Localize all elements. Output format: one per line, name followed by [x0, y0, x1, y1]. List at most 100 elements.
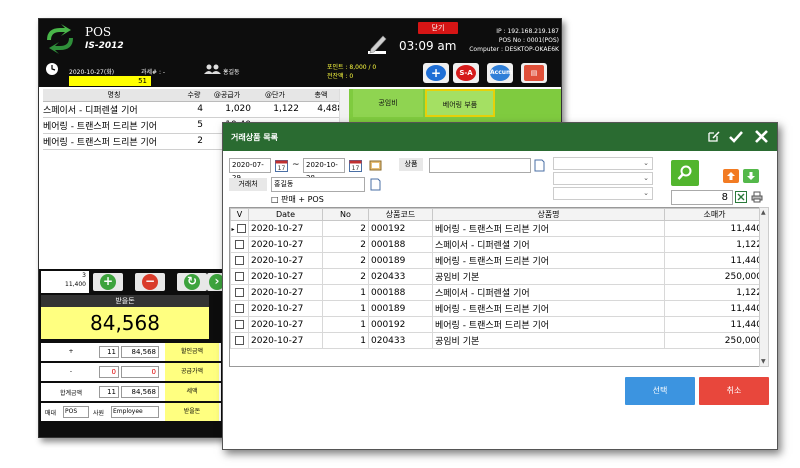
row-checkbox[interactable]: [230, 300, 249, 317]
date-from-input[interactable]: 2020-07-29: [229, 158, 271, 182]
sales-pos-checkbox[interactable]: □ 판매 + POS: [271, 194, 324, 205]
item-name: 스페이서 - 디퍼렌셜 기어: [43, 101, 185, 118]
mini-count: 3: [82, 272, 86, 279]
pen-icon[interactable]: [367, 33, 389, 55]
accum-label: Accum: [490, 65, 512, 81]
product-lookup-icon[interactable]: [533, 159, 546, 172]
total-label: 합계금액: [59, 390, 83, 397]
mini-amount: 11,400: [65, 281, 86, 288]
table-row[interactable]: 2020-10-27 1 000192 베어링 - 트랜스퍼 드리븐 기어 11…: [230, 316, 762, 333]
row-name: 공임비 기본: [432, 332, 665, 349]
import-button[interactable]: [743, 169, 759, 183]
refresh-button[interactable]: ↻: [177, 273, 207, 291]
print-button[interactable]: ▤: [521, 63, 547, 83]
pos-close-button[interactable]: 닫기: [418, 22, 458, 34]
calendar-icon[interactable]: 17: [349, 159, 362, 172]
print-icon[interactable]: [751, 191, 763, 203]
table-row[interactable]: 2020-10-27 2 000189 베어링 - 트랜스퍼 드리븐 기어 11…: [230, 252, 762, 269]
customer-name: 홍길동: [223, 69, 240, 76]
table-row[interactable]: 2020-10-27 1 020433 공임비 기본 250,000: [230, 332, 762, 349]
table-row[interactable]: 2020-10-27 1 000189 베어링 - 트랜스퍼 드리븐 기어 11…: [230, 300, 762, 317]
row-price: 1,122: [664, 284, 762, 301]
calendar-icon[interactable]: 17: [275, 159, 288, 172]
grid-scrollbar[interactable]: ▲ ▼: [759, 207, 769, 367]
sa-button[interactable]: S-A: [453, 63, 479, 83]
pos-info-bar: 2020-10-27(화) 51 과세# : - 홍길동 포인트 : 8,000…: [39, 59, 561, 87]
col-v[interactable]: V: [230, 208, 249, 221]
row-no: 2: [322, 252, 369, 269]
checkbox-icon: [235, 303, 244, 313]
row-checkbox[interactable]: [230, 316, 249, 333]
date-to-input[interactable]: 2020-10-28: [303, 158, 345, 182]
checkbox-icon: [235, 271, 244, 281]
filter-combo-1[interactable]: ⌄: [553, 157, 653, 170]
row-checkbox[interactable]: [230, 252, 249, 269]
category-bearing-button[interactable]: 베어링 부품: [425, 89, 495, 117]
row-name: 공임비 기본: [432, 268, 665, 285]
checkbox-icon: [235, 239, 244, 249]
balance-line: 전잔액 : 0: [327, 73, 354, 80]
increase-button[interactable]: +: [93, 273, 123, 291]
row-no: 1: [322, 332, 369, 349]
scroll-up-icon[interactable]: ▲: [761, 209, 766, 216]
add-button[interactable]: +: [423, 63, 449, 83]
category-labor-button[interactable]: 공임비: [353, 89, 423, 117]
customer-input[interactable]: 홍길동: [271, 177, 365, 192]
table-row[interactable]: 2020-10-27 1 000188 스페이서 - 디퍼렌셜 기어 1,122: [230, 284, 762, 301]
row-checkbox[interactable]: [230, 268, 249, 285]
col-no[interactable]: No: [322, 208, 369, 221]
col-product-name[interactable]: 상품명: [432, 208, 665, 221]
export-button[interactable]: [723, 169, 739, 183]
table-row[interactable]: ▸ 2020-10-27 2 000192 베어링 - 트랜스퍼 드리븐 기어 …: [230, 220, 762, 237]
received-amount: 84,568: [41, 307, 209, 339]
scroll-down-icon[interactable]: ▼: [761, 358, 766, 365]
table-row[interactable]: 2020-10-27 2 020433 공임비 기본 250,000: [230, 268, 762, 285]
row-price: 1,122: [664, 236, 762, 253]
filter-combo-3[interactable]: ⌄: [553, 187, 653, 200]
check-icon[interactable]: [729, 130, 743, 144]
table-row[interactable]: 스페이서 - 디퍼렌셜 기어 4 1,020 1,122 4,488: [43, 101, 343, 118]
row-checkbox[interactable]: ▸: [230, 220, 249, 237]
date-picker-icon[interactable]: [369, 159, 382, 172]
row-checkbox[interactable]: [230, 284, 249, 301]
row-checkbox[interactable]: [230, 332, 249, 349]
row-price: 11,440: [664, 300, 762, 317]
total-qty[interactable]: 11: [99, 386, 119, 398]
computer-text: Computer : DESKTOP-OKAE6K: [469, 46, 559, 53]
item-name: 베어링 - 트랜스퍼 드리븐 기어: [43, 133, 185, 150]
total-amount[interactable]: 84,568: [121, 386, 159, 398]
excel-icon[interactable]: [735, 191, 747, 203]
item-qty: 5: [185, 117, 203, 134]
row-price: 11,440: [664, 252, 762, 269]
col-date[interactable]: Date: [248, 208, 323, 221]
product-grid: V Date No 상품코드 상품명 소매가 ▸ 2020-10-27 2 00…: [229, 207, 763, 367]
plus-qty[interactable]: 11: [99, 346, 119, 358]
customer-lookup-icon[interactable]: [369, 178, 382, 191]
mode-label: 매대: [45, 410, 57, 417]
search-button[interactable]: [671, 160, 699, 186]
col-product-code[interactable]: 상품코드: [368, 208, 433, 221]
edit-icon[interactable]: [707, 130, 720, 143]
plus-amount[interactable]: 84,568: [121, 346, 159, 358]
col-retail-price[interactable]: 소매가: [664, 208, 762, 221]
minus-amount[interactable]: 0: [121, 366, 159, 378]
svg-text:17: 17: [278, 165, 286, 172]
table-row[interactable]: 2020-10-27 2 000188 스페이서 - 디퍼렌셜 기어 1,122: [230, 236, 762, 253]
staff-field[interactable]: Employee: [111, 406, 159, 418]
filter-combo-2[interactable]: ⌄: [553, 172, 653, 185]
close-icon[interactable]: [755, 130, 768, 143]
accum-button[interactable]: Accum: [487, 63, 513, 83]
product-search-input[interactable]: [429, 158, 531, 173]
decrease-button[interactable]: −: [135, 273, 165, 291]
plus-circle-icon: +: [100, 274, 116, 290]
minus-qty[interactable]: 0: [99, 366, 119, 378]
row-price: 11,440: [664, 316, 762, 333]
col-total: 총액: [299, 89, 343, 102]
select-button[interactable]: 선택: [625, 377, 695, 405]
row-checkbox[interactable]: [230, 236, 249, 253]
item-qty: 4: [185, 101, 203, 118]
mode-field[interactable]: POS: [63, 406, 89, 418]
pos-no-text: POS No : 0001(POS): [498, 37, 559, 44]
cancel-button[interactable]: 취소: [699, 377, 769, 405]
row-code: 000192: [368, 316, 433, 333]
